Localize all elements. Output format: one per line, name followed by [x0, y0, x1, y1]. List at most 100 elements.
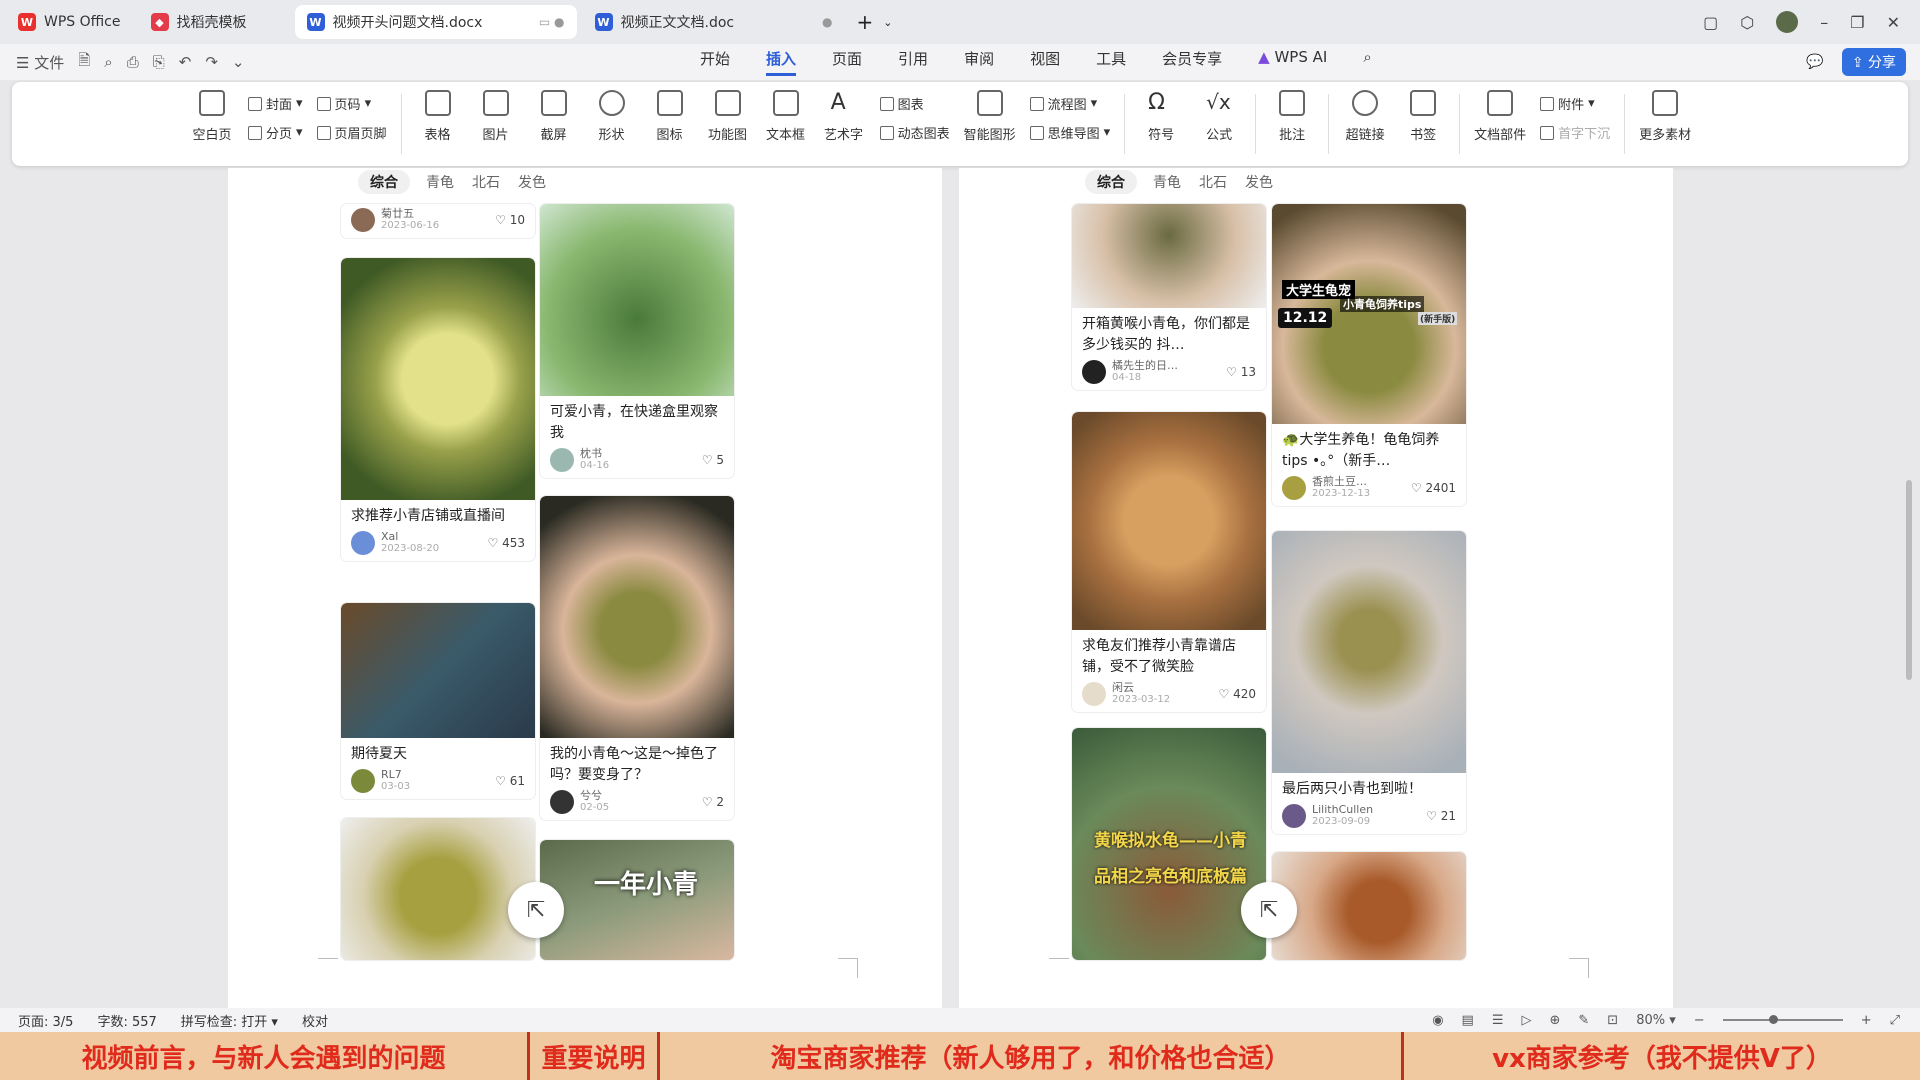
share-button[interactable]: ⇪ 分享 — [1841, 48, 1906, 76]
bookmark-button[interactable]: 书签 — [1401, 90, 1445, 143]
tab-page[interactable]: 页面 — [832, 48, 862, 76]
chip[interactable]: 发色 — [516, 170, 548, 194]
monitor-icon[interactable]: ▭ ● — [539, 15, 565, 29]
close-icon[interactable]: ● — [822, 15, 832, 29]
word-count[interactable]: 字数: 557 — [97, 1011, 156, 1030]
page-view-icon[interactable]: ▤ — [1462, 1013, 1474, 1028]
attachment-button[interactable]: 附件 ▾ — [1540, 94, 1610, 113]
tab-references[interactable]: 引用 — [898, 48, 928, 76]
comment-icon[interactable]: 💬 — [1806, 54, 1823, 70]
redo-icon[interactable]: ↷ — [205, 53, 218, 71]
share-float-button[interactable]: ⇱ — [1241, 882, 1297, 938]
avatar[interactable] — [1776, 11, 1799, 33]
doc-part-button[interactable]: 文档部件 — [1474, 90, 1526, 143]
post-card[interactable]: 可爱小青，在快递盒里观察我 枕书 04-16 ♡ 5 — [540, 204, 734, 478]
post-card[interactable]: 黄喉拟水龟——小青 品相之亮色和底板篇 — [1072, 728, 1266, 960]
post-card[interactable]: 期待夏天 RL7 03-03 ♡ 61 — [341, 603, 535, 799]
header-footer-button[interactable]: 页眉页脚 — [316, 123, 387, 142]
post-card[interactable]: 最后两只小青也到啦！ LilithCullen 2023-09-09 ♡ 21 — [1272, 531, 1466, 834]
tab-document[interactable]: W 视频正文文档.doc ● — [583, 5, 845, 39]
post-card[interactable]: 求龟友们推荐小青靠谱店铺，受不了微笑脸 闲云 2023-03-12 ♡ 420 — [1072, 412, 1266, 712]
formula-button[interactable]: √x 公式 — [1197, 90, 1241, 143]
chevron-down-icon[interactable]: ⌄ — [883, 16, 892, 29]
tab-wps-office[interactable]: W WPS Office — [6, 5, 133, 39]
symbol-button[interactable]: Ω 符号 — [1139, 90, 1183, 143]
more-material-button[interactable]: 更多素材 — [1639, 90, 1691, 143]
save-icon[interactable]: 🗎 — [78, 50, 90, 75]
like-count[interactable]: ♡ 61 — [495, 774, 525, 788]
fit-icon[interactable]: ⊡ — [1607, 1013, 1618, 1028]
chip[interactable]: 青龟 — [1151, 170, 1183, 194]
like-count[interactable]: ♡ 453 — [488, 536, 525, 550]
post-card[interactable]: 我的小青龟～这是～掉色了吗？要变身了？ 兮兮 02-05 ♡ 2 — [540, 496, 734, 820]
window-layout-icon[interactable]: ▢ — [1703, 13, 1718, 32]
like-count[interactable]: ♡ 2 — [702, 795, 724, 809]
spell-check[interactable]: 拼写检查: 打开 ▾ — [181, 1011, 278, 1030]
document-page-right[interactable]: 综合 青龟 北石 发色 开箱黄喉小青龟，你们都是多少钱买的 抖… 橘先生的日… 0… — [959, 168, 1673, 1008]
like-count[interactable]: ♡ 21 — [1426, 809, 1456, 823]
document-page-left[interactable]: 综合 青龟 北石 发色 菊廿五 2023-06-16 ♡ 10 求推荐小青店铺或直播… — [228, 168, 942, 1008]
chip[interactable]: 发色 — [1243, 170, 1275, 194]
outline-icon[interactable]: ☰ — [1492, 1013, 1504, 1028]
pen-icon[interactable]: ✎ — [1578, 1013, 1589, 1028]
page-break-button[interactable]: 分页 ▾ — [248, 123, 303, 142]
share-float-button[interactable]: ⇱ — [508, 882, 564, 938]
comment-button[interactable]: 批注 — [1270, 90, 1314, 143]
tab-review[interactable]: 审阅 — [964, 48, 994, 76]
textbox-button[interactable]: 文本框 — [764, 90, 808, 143]
dynamic-chart-button[interactable]: 动态图表 — [879, 123, 950, 142]
blank-page-button[interactable]: 空白页 — [190, 90, 234, 143]
post-card[interactable]: 菊廿五 2023-06-16 ♡ 10 — [341, 204, 535, 238]
page-number-button[interactable]: 页码 ▾ — [316, 94, 387, 113]
tab-member[interactable]: 会员专享 — [1162, 48, 1222, 76]
chip[interactable]: 北石 — [470, 170, 502, 194]
close-icon[interactable]: ✕ — [1887, 13, 1900, 32]
post-card[interactable] — [341, 818, 535, 960]
tab-document-active[interactable]: W 视频开头问题文档.docx ▭ ● — [294, 5, 577, 39]
shape-button[interactable]: 形状 — [590, 90, 634, 143]
zoom-level[interactable]: 80% ▾ — [1636, 1013, 1676, 1028]
chip[interactable]: 青龟 — [424, 170, 456, 194]
format-painter-icon[interactable]: ⌕ — [104, 53, 112, 71]
mindmap-button[interactable]: 思维导图 ▾ — [1029, 123, 1110, 142]
cover-button[interactable]: 封面 ▾ — [248, 94, 303, 113]
web-icon[interactable]: ⊕ — [1549, 1013, 1560, 1028]
page-indicator[interactable]: 页面: 3/5 — [18, 1011, 73, 1030]
file-menu[interactable]: ☰ 文件 — [16, 52, 64, 73]
post-card[interactable]: 开箱黄喉小青龟，你们都是多少钱买的 抖… 橘先生的日… 04-18 ♡ 13 — [1072, 204, 1266, 390]
tab-view[interactable]: 视图 — [1030, 48, 1060, 76]
icons-button[interactable]: 图标 — [648, 90, 692, 143]
tab-start[interactable]: 开始 — [700, 48, 730, 76]
cube-icon[interactable]: ⬡ — [1740, 13, 1754, 32]
eye-icon[interactable]: ◉ — [1432, 1013, 1443, 1028]
chart-button[interactable]: 图表 — [879, 94, 950, 113]
flowchart-button[interactable]: 流程图 ▾ — [1029, 94, 1111, 113]
wps-ai-button[interactable]: ▲ WPS AI — [1258, 48, 1327, 76]
image-button[interactable]: 图片 — [474, 90, 518, 143]
screenshot-button[interactable]: 截屏 — [532, 90, 576, 143]
play-icon[interactable]: ▷ — [1521, 1013, 1531, 1028]
zoom-in-icon[interactable]: + — [1861, 1013, 1872, 1028]
function-chart-button[interactable]: 功能图 — [706, 90, 750, 143]
undo-icon[interactable]: ↶ — [179, 53, 192, 71]
tab-insert[interactable]: 插入 — [766, 48, 797, 76]
zoom-slider[interactable] — [1722, 1015, 1843, 1024]
like-count[interactable]: ♡ 420 — [1219, 687, 1256, 701]
chevron-down-icon[interactable]: ⌄ — [232, 53, 245, 71]
post-card[interactable] — [1272, 852, 1466, 960]
tab-tools[interactable]: 工具 — [1096, 48, 1126, 76]
chip-all[interactable]: 综合 — [358, 170, 410, 194]
like-count[interactable]: ♡ 5 — [702, 453, 724, 467]
drop-cap-button[interactable]: 首字下沉 — [1540, 123, 1610, 142]
link-button[interactable]: 超链接 — [1343, 90, 1387, 143]
new-tab-icon[interactable]: + — [857, 10, 874, 34]
print-icon[interactable]: ⎙ — [127, 53, 139, 71]
vertical-scrollbar[interactable] — [1906, 480, 1912, 680]
fullscreen-icon[interactable]: ⤢ — [1890, 1013, 1900, 1028]
search-icon[interactable]: ⌕ — [1363, 48, 1371, 76]
table-button[interactable]: 表格 — [416, 90, 460, 143]
tab-docer[interactable]: ◆ 找稻壳模板 — [139, 5, 289, 39]
wordart-button[interactable]: A 艺术字 — [822, 90, 866, 143]
chip-all[interactable]: 综合 — [1085, 170, 1137, 194]
like-count[interactable]: ♡ 2401 — [1411, 481, 1456, 495]
